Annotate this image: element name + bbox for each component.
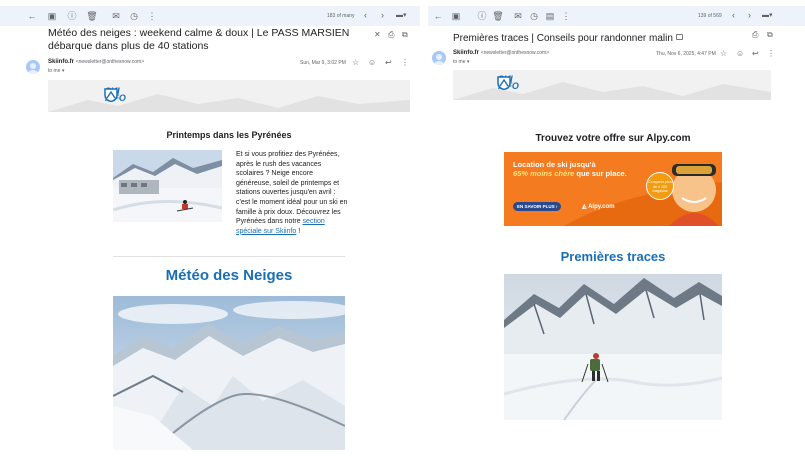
- section-title-premieres: Premières traces: [560, 249, 666, 264]
- left-toolbar: ← ▣ ⓘ 🗑 ✉ ◷ ⋮ 183 of many ‹ › ▬▾: [0, 6, 420, 26]
- more-options-icon[interactable]: ⋮: [146, 10, 158, 22]
- right-toolbar: ← ▣ ⓘ 🗑 ✉ ◷ ▤ ⋮ 139 of 569 ‹ › ▬▾: [428, 6, 805, 26]
- meteo-mountain-image: [113, 296, 345, 450]
- report-spam-icon[interactable]: ⓘ: [66, 10, 78, 22]
- sender-line: Skiinfo.fr <newsletter@onthesnow.com>: [48, 59, 144, 65]
- right-email-pane: ← ▣ ⓘ 🗑 ✉ ◷ ▤ ⋮ 139 of 569 ‹ › ▬▾ Premiè…: [428, 0, 805, 459]
- newer-chevron-icon[interactable]: ‹: [364, 10, 367, 20]
- open-new-window-icon[interactable]: ⧉: [767, 30, 773, 40]
- print-icon[interactable]: ⎙: [752, 30, 758, 40]
- snooze-icon[interactable]: ◷: [528, 10, 540, 22]
- archive-icon[interactable]: ▣: [450, 10, 462, 22]
- premieres-traces-image: [504, 274, 722, 420]
- ad-highlight: 65% moins chère: [513, 169, 575, 178]
- ad-line-1: Location de ski jusqu'à: [513, 160, 596, 169]
- email-subject: Premières traces | Conseils pour randonn…: [453, 32, 713, 45]
- input-tools-icon[interactable]: ▬▾: [762, 11, 773, 19]
- ad-badge: Comparez plus de 4 100 magasins: [646, 172, 674, 200]
- mark-unread-icon[interactable]: ✉: [110, 10, 122, 22]
- message-count: 183 of many: [327, 13, 355, 19]
- alpy-logo-icon: ◭: [582, 204, 587, 210]
- email-date: Thu, Nov 6, 2025, 4:47 PM: [656, 51, 716, 57]
- email-date: Sun, Mar 9, 3:02 PM: [300, 60, 346, 66]
- message-count: 139 of 569: [698, 13, 722, 19]
- ski-touring-photo: [504, 274, 722, 420]
- sender-email: <newsletter@onthesnow.com>: [75, 59, 145, 65]
- recipient-label: to me: [453, 59, 466, 65]
- sender-line: Skiinfo.fr <newsletter@onthesnow.com>: [453, 50, 549, 56]
- skier-photo: [113, 150, 222, 222]
- back-arrow-icon[interactable]: ←: [432, 10, 444, 22]
- recipient-line[interactable]: to me ▾: [48, 68, 64, 74]
- star-icon[interactable]: ☆: [720, 49, 727, 58]
- emoji-icon[interactable]: ☺: [736, 49, 744, 58]
- open-new-window-icon[interactable]: ⧉: [402, 30, 408, 40]
- pyrenees-skier-image: [113, 150, 222, 222]
- left-email-pane: ← ▣ ⓘ 🗑 ✉ ◷ ⋮ 183 of many ‹ › ▬▾ Météo d…: [0, 0, 420, 459]
- back-arrow-icon[interactable]: ←: [26, 10, 38, 22]
- sender-avatar: [432, 51, 446, 65]
- ad-line-2: que sur place.: [574, 169, 627, 178]
- sender-name: Skiinfo.fr: [48, 59, 75, 65]
- section-title-meteo: Météo des Neiges: [165, 267, 293, 284]
- older-chevron-icon[interactable]: ›: [381, 10, 384, 20]
- printemps-paragraph-end: !: [296, 227, 301, 235]
- newsletter-header-banner: SKI INFO: [453, 70, 771, 100]
- input-tools-icon[interactable]: ▬▾: [396, 11, 407, 19]
- skiinfo-logo[interactable]: SKI INFO: [497, 75, 519, 91]
- ad-learn-more-button[interactable]: EN SAVOIR PLUS ›: [513, 202, 562, 211]
- star-icon[interactable]: ☆: [352, 58, 359, 67]
- newsletter-header-banner: SKI INFO: [48, 80, 410, 112]
- sender-name: Skiinfo.fr: [453, 50, 480, 56]
- alpy-brand-text: Alpy.com: [588, 204, 615, 210]
- more-icon[interactable]: ⋮: [767, 49, 775, 58]
- more-options-icon[interactable]: ⋮: [560, 10, 572, 22]
- section-title-printemps: Printemps dans les Pyrénées: [166, 130, 292, 140]
- print-icon[interactable]: ⎙: [388, 30, 394, 40]
- reply-icon[interactable]: ↩: [752, 49, 759, 58]
- delete-icon[interactable]: 🗑: [86, 10, 98, 22]
- more-icon[interactable]: ⋮: [401, 58, 409, 67]
- label-tag-icon[interactable]: [675, 34, 683, 40]
- reply-icon[interactable]: ↩: [385, 58, 392, 67]
- printemps-paragraph: Et si vous profitiez des Pyrénées, après…: [236, 151, 348, 226]
- newer-chevron-icon[interactable]: ‹: [732, 10, 735, 20]
- offer-title: Trouvez votre offre sur Alpy.com: [535, 133, 691, 144]
- sender-email: <newsletter@onthesnow.com>: [480, 50, 550, 56]
- recipient-label: to me: [48, 68, 61, 74]
- report-spam-icon[interactable]: ⓘ: [476, 10, 488, 22]
- skiinfo-shield-icon: [497, 76, 511, 90]
- ad-headline: Location de ski jusqu'à 65% moins chère …: [513, 160, 643, 178]
- email-subject: Météo des neiges : weekend calme & doux …: [48, 27, 350, 52]
- skiinfo-shield-icon: [104, 88, 118, 102]
- alpy-ad-banner[interactable]: Location de ski jusqu'à 65% moins chère …: [504, 152, 722, 226]
- older-chevron-icon[interactable]: ›: [748, 10, 751, 20]
- mark-unread-icon[interactable]: ✉: [512, 10, 524, 22]
- section-text-printemps: Et si vous profitiez des Pyrénées, après…: [236, 150, 348, 236]
- mountain-valley-photo: [113, 296, 345, 450]
- mountain-silhouette: [48, 94, 410, 112]
- close-icon[interactable]: ✕: [374, 30, 381, 39]
- recipient-line[interactable]: to me ▾: [453, 59, 469, 65]
- section-divider: [113, 256, 345, 257]
- emoji-icon[interactable]: ☺: [368, 58, 376, 67]
- skiinfo-logo[interactable]: SKI INFO: [104, 87, 126, 103]
- move-to-icon[interactable]: ▤: [544, 10, 556, 22]
- snooze-icon[interactable]: ◷: [128, 10, 140, 22]
- alpy-brand: ◭ Alpy.com: [582, 203, 615, 210]
- subject-text: Premières traces | Conseils pour randonn…: [453, 33, 673, 44]
- archive-icon[interactable]: ▣: [46, 10, 58, 22]
- sender-avatar: [26, 60, 40, 74]
- delete-icon[interactable]: 🗑: [492, 10, 504, 22]
